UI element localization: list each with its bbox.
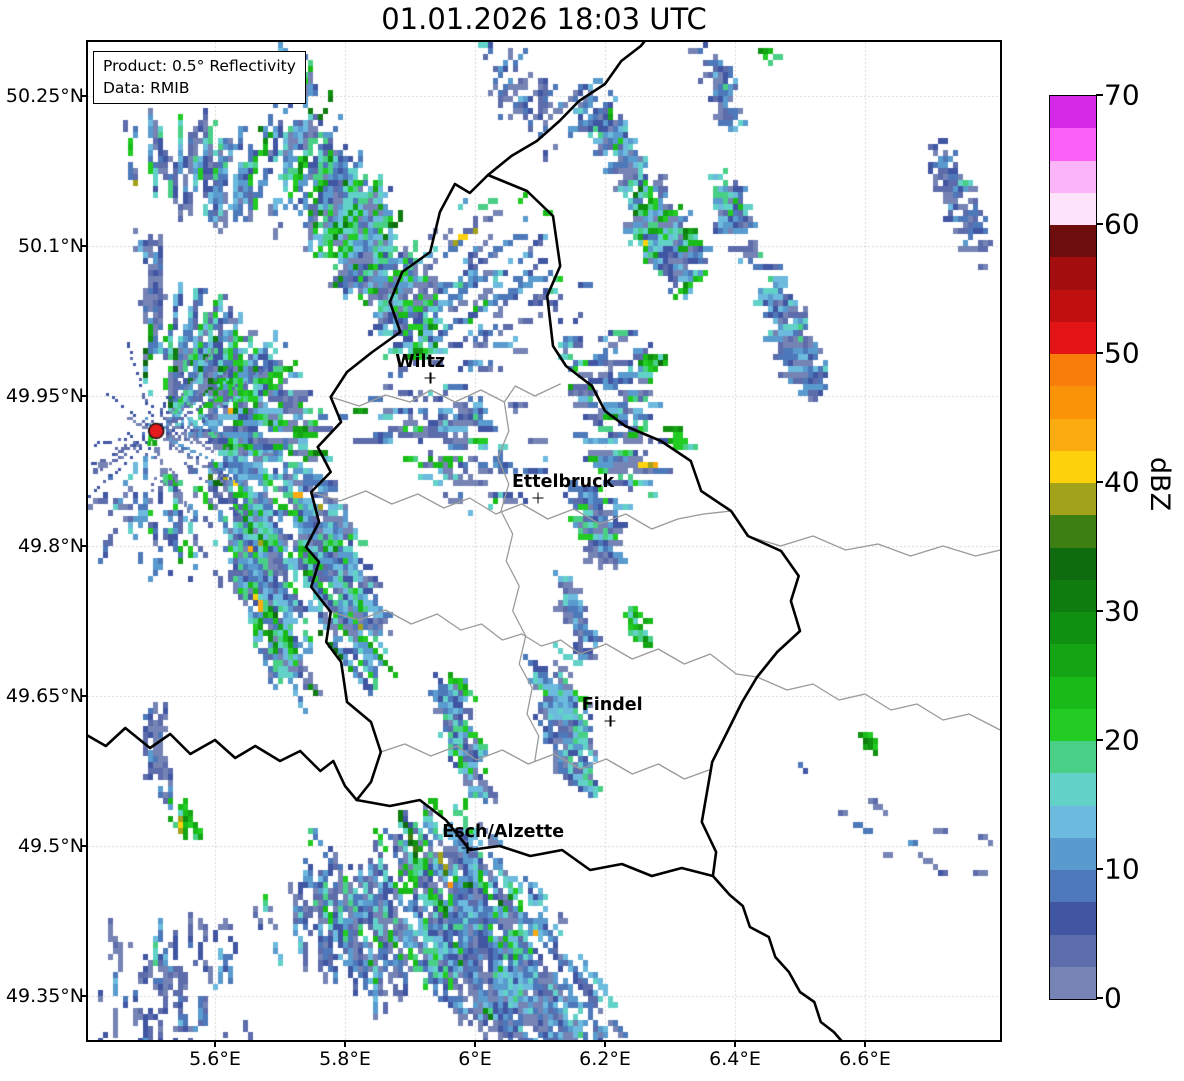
colorbar-tick-label: 20 [1104, 723, 1140, 757]
colorbar-band [1050, 192, 1096, 225]
product-info-box: Product: 0.5° Reflectivity Data: RMIB [93, 51, 306, 104]
colorbar-band [1050, 676, 1096, 709]
colorbar-band [1050, 934, 1096, 967]
lon-tick-label: 5.8°E [319, 1048, 371, 1070]
colorbar-tick-mark [1096, 481, 1103, 483]
colorbar-band [1050, 805, 1096, 838]
lon-tick-mark [864, 1040, 866, 1047]
lat-tick-mark [81, 395, 88, 397]
lat-tick-label: 49.8°N [17, 535, 84, 557]
colorbar-tick-label: 30 [1104, 594, 1140, 628]
city-marker [532, 492, 544, 504]
colorbar-tick-mark [1096, 739, 1103, 741]
colorbar-tick-label: 60 [1104, 207, 1140, 241]
colorbar-band [1050, 612, 1096, 645]
colorbar-band [1050, 354, 1096, 387]
lat-tick-label: 49.5°N [17, 835, 84, 857]
city-marker [604, 715, 616, 727]
page-title: 01.01.2026 18:03 UTC [381, 2, 707, 36]
colorbar-axis-label: dBZ [1144, 456, 1175, 512]
colorbar-band [1050, 128, 1096, 161]
product-label: Product: 0.5° Reflectivity [103, 57, 296, 75]
country-border [304, 173, 802, 878]
colorbar-band [1050, 547, 1096, 580]
lon-tick-mark [344, 1040, 346, 1047]
colorbar-tick-mark [1096, 997, 1103, 999]
colorbar-tick-label: 70 [1104, 78, 1140, 112]
colorbar-tick-label: 10 [1104, 852, 1140, 886]
lon-tick-label: 6.2°E [579, 1048, 631, 1070]
lat-tick-label: 49.65°N [5, 685, 84, 707]
regional-border [330, 609, 758, 678]
colorbar-band [1050, 870, 1096, 903]
country-border [711, 874, 843, 1040]
colorbar-tick-label: 50 [1104, 336, 1140, 370]
colorbar-band [1050, 386, 1096, 419]
lon-tick-label: 6.6°E [839, 1048, 891, 1070]
regional-border [330, 383, 561, 407]
dbz-colorbar [1049, 95, 1097, 1000]
lon-tick-mark [604, 1040, 606, 1047]
city-label: Esch/Alzette [442, 822, 565, 842]
colorbar-tick-label: 40 [1104, 465, 1140, 499]
colorbar-tick-mark [1096, 352, 1103, 354]
colorbar-band [1050, 160, 1096, 193]
border-overlay [88, 42, 1000, 1040]
lat-tick-mark [81, 995, 88, 997]
city-marker [461, 842, 473, 854]
colorbar-band [1050, 418, 1096, 451]
radar-figure: 01.01.2026 18:03 UTC Product: 0.5° Refle… [0, 0, 1184, 1081]
colorbar-band [1050, 837, 1096, 870]
city-marker [424, 372, 436, 384]
lat-tick-mark [81, 845, 88, 847]
city-label: Wiltz [395, 352, 446, 372]
colorbar-tick-label: 0 [1104, 981, 1122, 1015]
lat-tick-label: 49.95°N [5, 385, 84, 407]
lon-tick-label: 5.6°E [189, 1048, 241, 1070]
regional-border [380, 743, 710, 780]
regional-border [747, 535, 1000, 557]
lon-tick-label: 6°E [458, 1048, 492, 1070]
data-source-label: Data: RMIB [103, 79, 190, 97]
colorbar-band [1050, 966, 1096, 999]
city-label: Ettelbruck [511, 472, 615, 492]
lat-tick-mark [81, 545, 88, 547]
colorbar-band [1050, 450, 1096, 483]
country-border [486, 42, 646, 177]
colorbar-tick-mark [1096, 223, 1103, 225]
lat-tick-label: 50.25°N [5, 85, 84, 107]
colorbar-band [1050, 96, 1096, 129]
colorbar-tick-mark [1096, 868, 1103, 870]
colorbar-band [1050, 708, 1096, 741]
colorbar-band [1050, 741, 1096, 774]
lat-tick-label: 49.35°N [5, 985, 84, 1007]
lon-tick-mark [214, 1040, 216, 1047]
colorbar-tick-mark [1096, 610, 1103, 612]
colorbar-tick-mark [1096, 94, 1103, 96]
colorbar-band [1050, 289, 1096, 322]
colorbar-band [1050, 257, 1096, 290]
regional-border [497, 401, 540, 762]
country-border [88, 726, 359, 802]
lon-tick-mark [474, 1040, 476, 1047]
colorbar-band [1050, 321, 1096, 354]
colorbar-band [1050, 225, 1096, 258]
map-plot-area: Product: 0.5° Reflectivity Data: RMIB [86, 40, 1002, 1042]
colorbar-band [1050, 483, 1096, 516]
lat-tick-mark [81, 245, 88, 247]
lon-tick-mark [734, 1040, 736, 1047]
city-label: Findel [581, 695, 643, 715]
regional-border [756, 676, 1000, 731]
colorbar-band [1050, 515, 1096, 548]
colorbar-band [1050, 902, 1096, 935]
lon-tick-label: 6.4°E [709, 1048, 761, 1070]
colorbar-band [1050, 644, 1096, 677]
lat-tick-label: 50.1°N [17, 235, 84, 257]
colorbar-band [1050, 773, 1096, 806]
regional-border [310, 490, 732, 530]
colorbar-band [1050, 579, 1096, 612]
lat-tick-mark [81, 95, 88, 97]
lat-tick-mark [81, 695, 88, 697]
